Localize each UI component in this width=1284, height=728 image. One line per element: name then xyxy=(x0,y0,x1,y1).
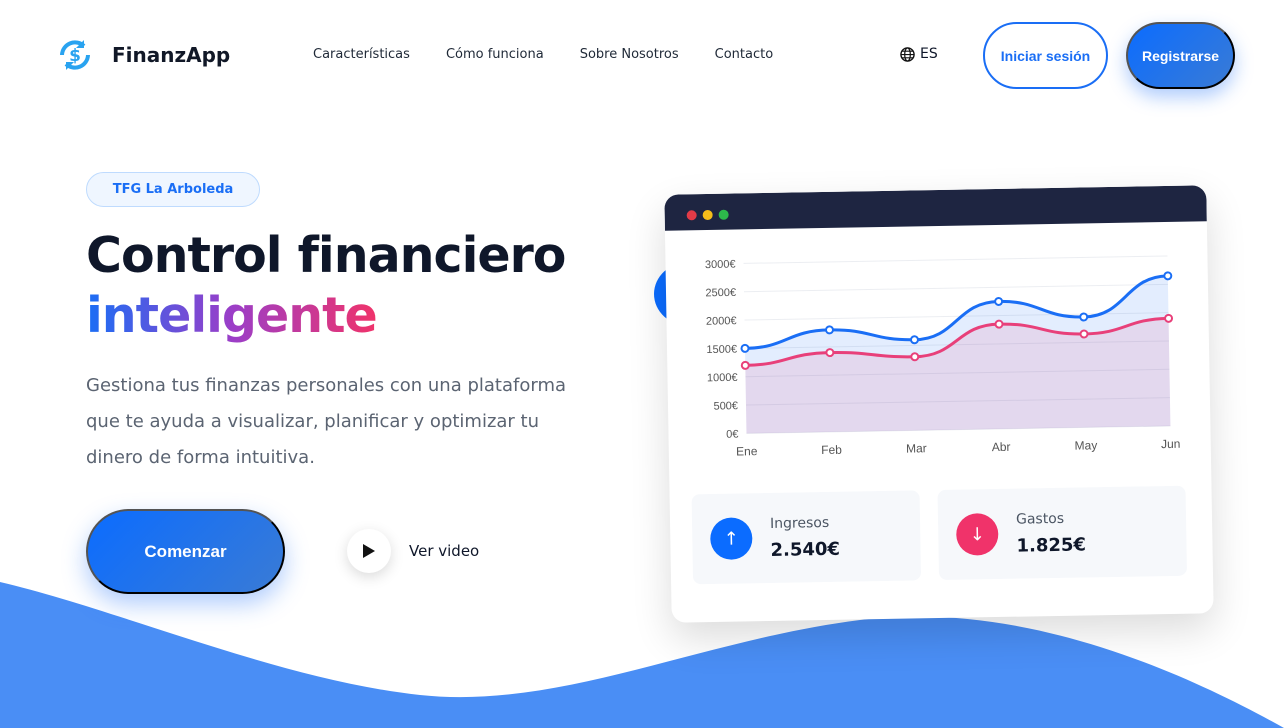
maximize-dot-icon xyxy=(718,209,729,220)
data-point xyxy=(994,319,1004,329)
y-tick-label: 3000€ xyxy=(705,259,736,272)
minimize-dot-icon xyxy=(702,209,713,221)
hero-title: Control financiero inteligente xyxy=(86,226,566,346)
watch-video-label: Ver video xyxy=(409,542,480,560)
login-button[interactable]: Iniciar sesión xyxy=(983,22,1108,89)
nav-link-contacto[interactable]: Contacto xyxy=(715,47,774,62)
play-icon xyxy=(347,529,391,573)
data-point xyxy=(1079,329,1089,339)
y-tick-label: 2000€ xyxy=(706,315,737,328)
finance-chart: 0€ 500€ 1000€ 1500€ 2000€ 2500€ 3000€ Ene Feb Mar… xyxy=(705,255,1181,459)
income-card: ↑ Ingresos 2.540€ xyxy=(691,490,922,585)
x-tick-label: May xyxy=(1074,438,1097,452)
svg-text:$: $ xyxy=(69,46,81,66)
data-point xyxy=(740,360,750,370)
logo[interactable]: $ FinanzApp xyxy=(56,36,230,74)
start-button[interactable]: Comenzar xyxy=(86,509,285,594)
data-point xyxy=(909,335,919,345)
data-point xyxy=(1164,313,1174,323)
grid-line xyxy=(743,255,1168,264)
y-tick-label: 2500€ xyxy=(705,287,736,300)
x-tick-label: Feb xyxy=(821,443,842,457)
x-tick-label: Abr xyxy=(992,440,1011,454)
window-titlebar xyxy=(664,185,1207,231)
data-point xyxy=(994,296,1004,306)
expenses-card: ↓ Gastos 1.825€ xyxy=(937,485,1188,581)
data-point xyxy=(1079,312,1089,322)
income-value: 2.540€ xyxy=(770,538,841,561)
y-tick-label: 1000€ xyxy=(707,372,738,385)
hero-title-highlight: inteligente xyxy=(86,287,378,344)
navbar: $ FinanzApp Características Cómo funcion… xyxy=(0,0,1284,110)
expenses-value: 1.825€ xyxy=(1016,533,1087,557)
data-point xyxy=(825,348,835,358)
globe-icon xyxy=(900,46,915,62)
grid-line xyxy=(744,283,1168,293)
data-point xyxy=(740,343,750,353)
arrow-up-icon: ↑ xyxy=(709,517,753,561)
hero-title-line1: Control financiero xyxy=(86,227,566,284)
arrow-down-icon: ↓ xyxy=(955,512,999,556)
data-point xyxy=(910,352,920,362)
nav-link-sobre-nosotros[interactable]: Sobre Nosotros xyxy=(580,47,679,62)
brand-name: FinanzApp xyxy=(112,43,231,67)
x-tick-label: Jun xyxy=(1161,437,1181,451)
watch-video-button[interactable]: Ver video xyxy=(347,529,479,573)
nav-link-como-funciona[interactable]: Cómo funciona xyxy=(446,47,544,62)
y-tick-label: 1500€ xyxy=(706,344,737,357)
project-badge: TFG La Arboleda xyxy=(86,172,260,207)
dollar-cycle-icon: $ xyxy=(60,40,90,70)
language-selector[interactable]: ES xyxy=(900,46,938,62)
income-label: Ingresos xyxy=(769,514,830,532)
x-tick-label: Ene xyxy=(736,444,758,458)
x-tick-label: Mar xyxy=(906,441,927,455)
register-button[interactable]: Registrarse xyxy=(1126,22,1235,89)
nav-link-caracteristicas[interactable]: Características xyxy=(313,47,410,62)
hero-description: Gestiona tus finanzas personales con una… xyxy=(86,375,567,468)
y-tick-label: 500€ xyxy=(713,400,738,412)
data-point xyxy=(824,325,834,335)
y-tick-label: 0€ xyxy=(726,429,738,441)
expenses-label: Gastos xyxy=(1015,510,1065,528)
data-point xyxy=(1163,271,1173,281)
close-dot-icon xyxy=(686,210,697,221)
language-label: ES xyxy=(920,46,938,62)
dashboard-preview: 0€ 500€ 1000€ 1500€ 2000€ 2500€ 3000€ Ene Feb Mar… xyxy=(664,185,1214,623)
